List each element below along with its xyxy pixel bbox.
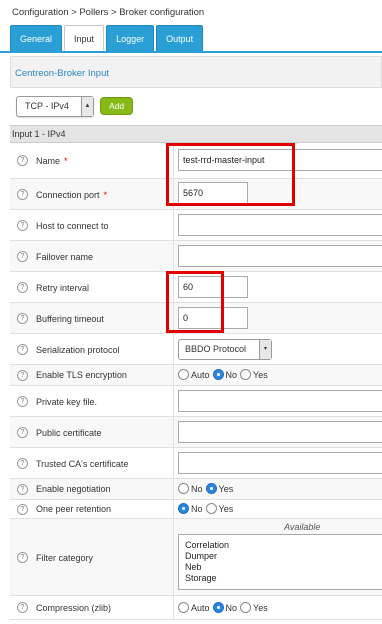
one-peer-no-radio[interactable] — [178, 503, 189, 514]
tls-radio-group: Auto No Yes — [178, 369, 271, 380]
list-item[interactable]: Neb — [185, 562, 381, 573]
tab-bar: General Input Logger Output — [10, 25, 205, 51]
help-icon[interactable]: ? — [17, 313, 28, 324]
field-label: One peer retention — [36, 504, 112, 514]
help-icon[interactable]: ? — [17, 189, 28, 200]
field-label: Buffering timeout — [36, 314, 104, 324]
field-label: Filter category — [36, 553, 94, 563]
field-label: Enable negotiation — [36, 484, 111, 494]
list-item[interactable]: Correlation — [185, 540, 381, 551]
compression-radio-group: Auto No Yes — [178, 602, 271, 613]
row-private-key: ? Private key file. — [10, 386, 382, 417]
help-icon[interactable]: ? — [17, 427, 28, 438]
chevron-down-icon: ▲ — [81, 97, 93, 116]
tab-output[interactable]: Output — [156, 25, 204, 51]
tls-auto-radio[interactable] — [178, 369, 189, 380]
field-label: Failover name — [36, 252, 94, 262]
help-icon[interactable]: ? — [17, 552, 28, 563]
tab-underline — [0, 51, 382, 53]
help-icon[interactable]: ? — [17, 344, 28, 355]
negotiation-no-radio[interactable] — [178, 483, 189, 494]
subsection-header: Input 1 - IPv4 — [10, 125, 382, 143]
negotiation-radio-group: No Yes — [178, 483, 236, 494]
help-icon[interactable]: ? — [17, 282, 28, 293]
ca-certificate-input[interactable] — [178, 452, 382, 474]
help-icon[interactable]: ? — [17, 220, 28, 231]
row-negotiation: ? Enable negotiation No Yes — [10, 479, 382, 500]
subsection-title: Input 1 - IPv4 — [12, 129, 66, 139]
public-certificate-input[interactable] — [178, 421, 382, 443]
compression-yes-radio[interactable] — [240, 602, 252, 613]
tab-logger[interactable]: Logger — [106, 25, 155, 51]
help-icon[interactable]: ? — [17, 484, 28, 495]
field-label: Serialization protocol — [36, 345, 120, 355]
section-title: Centreon-Broker Input — [15, 68, 109, 79]
row-one-peer-retention: ? One peer retention No Yes — [10, 500, 382, 519]
field-label: Connection port * — [36, 190, 108, 200]
row-filter-category: ? Filter category Available Correlation … — [10, 519, 382, 596]
help-icon[interactable]: ? — [17, 458, 28, 469]
input-type-select[interactable]: TCP - IPv4 ▲ — [16, 96, 94, 117]
connection-port-input[interactable]: 5670 — [178, 182, 248, 204]
tab-input[interactable]: Input — [64, 25, 105, 51]
add-input-button[interactable]: Add — [100, 97, 133, 115]
field-label: Name * — [36, 156, 68, 166]
field-label: Host to connect to — [36, 221, 109, 231]
list-item[interactable]: Dumper — [185, 551, 381, 562]
tab-general[interactable]: General — [10, 25, 63, 51]
available-label: Available — [284, 522, 321, 532]
field-label: Compression (zlib) — [36, 603, 112, 613]
breadcrumb: Configuration > Pollers > Broker configu… — [12, 7, 205, 18]
tls-yes-radio[interactable] — [240, 369, 252, 380]
required-marker: * — [64, 156, 68, 166]
one-peer-radio-group: No Yes — [178, 503, 236, 514]
section-header: Centreon-Broker Input — [10, 56, 382, 88]
row-host: ? Host to connect to — [10, 210, 382, 241]
chevron-down-icon: ▾ — [259, 340, 271, 359]
private-key-input[interactable] — [178, 390, 382, 412]
name-input[interactable]: test-rrd-master-input — [178, 149, 382, 171]
row-public-certificate: ? Public certificate — [10, 417, 382, 448]
help-icon[interactable]: ? — [17, 602, 28, 613]
serialization-select[interactable]: BBDO Protocol ▾ — [178, 339, 272, 360]
row-connection-port: ? Connection port * 5670 — [10, 179, 382, 210]
retry-interval-input[interactable]: 60 — [178, 276, 248, 298]
field-label: Private key file. — [36, 397, 98, 407]
field-label: Enable TLS encryption — [36, 370, 127, 380]
help-icon[interactable]: ? — [17, 504, 28, 515]
help-icon[interactable]: ? — [17, 251, 28, 262]
serialization-value: BBDO Protocol — [185, 344, 247, 354]
help-icon[interactable]: ? — [17, 370, 28, 381]
row-name: ? Name * test-rrd-master-input — [10, 143, 382, 179]
row-failover: ? Failover name — [10, 241, 382, 272]
row-compression: ? Compression (zlib) Auto No Yes — [10, 596, 382, 620]
filter-category-listbox[interactable]: Correlation Dumper Neb Storage — [178, 534, 382, 590]
help-icon[interactable]: ? — [17, 396, 28, 407]
row-retry-interval: ? Retry interval 60 — [10, 272, 382, 303]
field-label: Public certificate — [36, 428, 102, 438]
row-buffering-timeout: ? Buffering timeout 0 — [10, 303, 382, 334]
field-label: Retry interval — [36, 283, 90, 293]
one-peer-yes-radio[interactable] — [205, 503, 217, 514]
row-tls: ? Enable TLS encryption Auto No Yes — [10, 365, 382, 386]
host-input[interactable] — [178, 214, 382, 236]
input-type-value: TCP - IPv4 — [25, 101, 69, 111]
tls-no-radio[interactable] — [212, 369, 224, 380]
required-marker: * — [103, 190, 108, 200]
compression-no-radio[interactable] — [212, 602, 224, 613]
list-item[interactable]: Storage — [185, 573, 381, 584]
field-label: Trusted CA's certificate — [36, 459, 129, 469]
negotiation-yes-radio[interactable] — [205, 483, 217, 494]
buffering-timeout-input[interactable]: 0 — [178, 307, 248, 329]
row-serialization: ? Serialization protocol BBDO Protocol ▾ — [10, 334, 382, 365]
compression-auto-radio[interactable] — [178, 602, 189, 613]
failover-input[interactable] — [178, 245, 382, 267]
help-icon[interactable]: ? — [17, 155, 28, 166]
row-ca-certificate: ? Trusted CA's certificate — [10, 448, 382, 479]
